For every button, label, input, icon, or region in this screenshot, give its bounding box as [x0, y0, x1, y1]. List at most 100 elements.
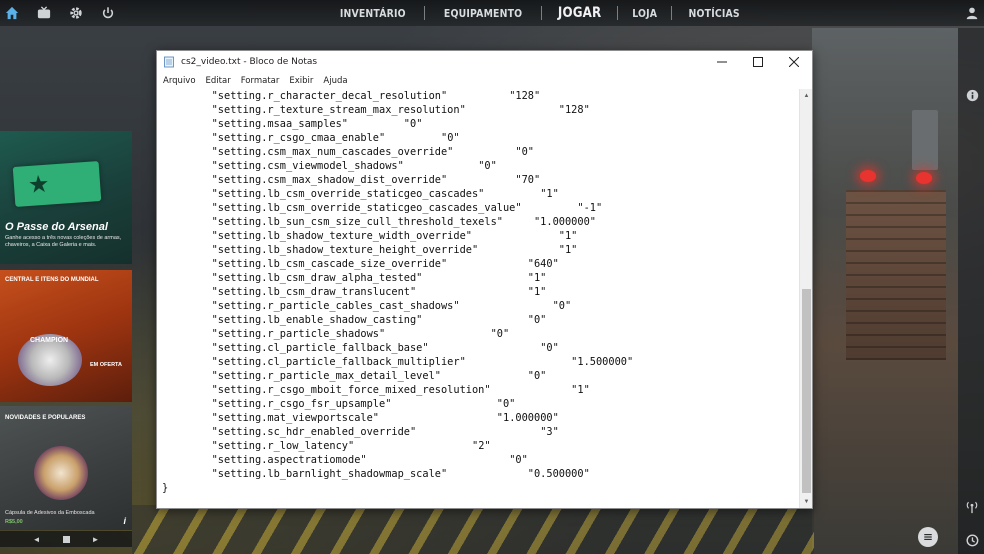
setting-value: "70" — [515, 174, 541, 186]
home-icon[interactable] — [4, 5, 20, 21]
close-icon — [789, 57, 799, 67]
chat-icon[interactable] — [918, 527, 938, 547]
text-line: "setting.r_particle_cables_cast_shadows"… — [162, 299, 800, 313]
setting-key: "setting.r_texture_stream_max_resolution… — [211, 104, 466, 116]
info-icon[interactable] — [964, 87, 980, 103]
tv-icon[interactable] — [36, 5, 52, 21]
setting-value: "128" — [558, 104, 590, 116]
promo-card-arsenal-pass[interactable]: ★ O Passe do Arsenal Ganhe acesso a três… — [0, 131, 132, 264]
power-icon[interactable] — [100, 5, 116, 21]
setting-key: "setting.lb_csm_draw_translucent" — [211, 286, 417, 298]
arsenal-ticket-image: ★ — [12, 161, 102, 207]
nav-inventario[interactable]: INVENTÁRIO — [330, 7, 416, 20]
menu-bar: Arquivo Editar Formatar Exibir Ajuda — [157, 73, 812, 89]
setting-key: "setting.r_csgo_fsr_upsample" — [211, 398, 392, 410]
scene-floor-stripes — [132, 505, 814, 554]
window-titlebar[interactable]: cs2_video.txt - Bloco de Notas — [157, 51, 812, 73]
text-editor-area[interactable]: "setting.r_character_decal_resolution" "… — [157, 89, 800, 508]
text-line: "setting.r_texture_stream_max_resolution… — [162, 103, 800, 117]
setting-value: "0" — [441, 132, 460, 144]
menu-exibir[interactable]: Exibir — [289, 76, 313, 86]
profile-icon[interactable] — [964, 5, 980, 21]
scene-brick-wall — [846, 190, 946, 360]
notepad-app-icon — [164, 56, 174, 68]
nav-jogar[interactable]: JOGAR — [547, 5, 611, 21]
carousel-prev-icon[interactable]: ◄ — [33, 535, 41, 544]
history-icon[interactable] — [964, 532, 980, 548]
scroll-up-icon[interactable]: ▲ — [800, 89, 813, 102]
scroll-down-icon[interactable]: ▼ — [800, 495, 813, 508]
antenna-icon[interactable] — [964, 499, 980, 515]
setting-value: "0" — [478, 160, 497, 172]
setting-key: "setting.r_particle_shadows" — [211, 328, 386, 340]
info-icon[interactable]: i — [123, 516, 126, 526]
promo-card-major-hub[interactable]: CENTRAL E ITENS DO MUNDIAL CHAMPION EM O… — [0, 270, 132, 402]
carousel-pause-icon[interactable] — [62, 535, 70, 543]
setting-value: "0" — [515, 146, 534, 158]
sticker-capsule-image — [34, 446, 88, 500]
menu-arquivo[interactable]: Arquivo — [163, 76, 196, 86]
nav-equipamento[interactable]: EQUIPAMENTO — [433, 7, 532, 20]
gear-icon[interactable] — [68, 5, 84, 21]
menu-ajuda[interactable]: Ajuda — [323, 76, 347, 86]
setting-value: "0" — [509, 454, 528, 466]
text-line: "setting.lb_csm_draw_alpha_tested" "1" — [162, 271, 800, 285]
setting-key: "setting.cl_particle_fallback_multiplier… — [211, 356, 466, 368]
nav-loja[interactable]: LOJA — [622, 7, 667, 20]
setting-key: "setting.lb_enable_shadow_casting" — [211, 314, 423, 326]
maximize-button[interactable] — [740, 51, 776, 73]
setting-key: "setting.lb_csm_cascade_size_override" — [211, 258, 448, 270]
star-icon: ★ — [27, 170, 51, 199]
nav-separator — [540, 6, 542, 20]
close-button[interactable] — [776, 51, 812, 73]
text-line: "setting.lb_csm_cascade_size_override" "… — [162, 257, 800, 271]
notepad-window: cs2_video.txt - Bloco de Notas Arquivo E… — [156, 50, 813, 509]
setting-key: "setting.lb_csm_draw_alpha_tested" — [211, 272, 423, 284]
promo-card-new-popular[interactable]: NOVIDADES E POPULARES Cápsula de Adesivo… — [0, 406, 132, 530]
nav-noticias[interactable]: NOTÍCIAS — [679, 7, 751, 20]
menu-formatar[interactable]: Formatar — [241, 76, 280, 86]
vertical-scrollbar[interactable]: ▲ ▼ — [799, 89, 812, 508]
minimize-icon — [717, 61, 727, 63]
carousel-next-icon[interactable]: ► — [92, 535, 100, 544]
setting-value: "-1" — [577, 202, 603, 214]
nav-separator — [423, 6, 425, 20]
scrollbar-thumb[interactable] — [802, 289, 811, 493]
maximize-icon — [753, 57, 763, 67]
setting-key: "setting.lb_shadow_texture_height_overri… — [211, 244, 479, 256]
minimize-button[interactable] — [704, 51, 740, 73]
text-line: "setting.mat_viewportscale" "1.000000" — [162, 411, 800, 425]
window-title: cs2_video.txt - Bloco de Notas — [181, 57, 318, 67]
right-sidebar — [958, 28, 984, 554]
setting-key: "setting.csm_viewmodel_shadows" — [211, 160, 404, 172]
text-line: "setting.cl_particle_fallback_base" "0" — [162, 341, 800, 355]
menu-editar[interactable]: Editar — [206, 76, 231, 86]
